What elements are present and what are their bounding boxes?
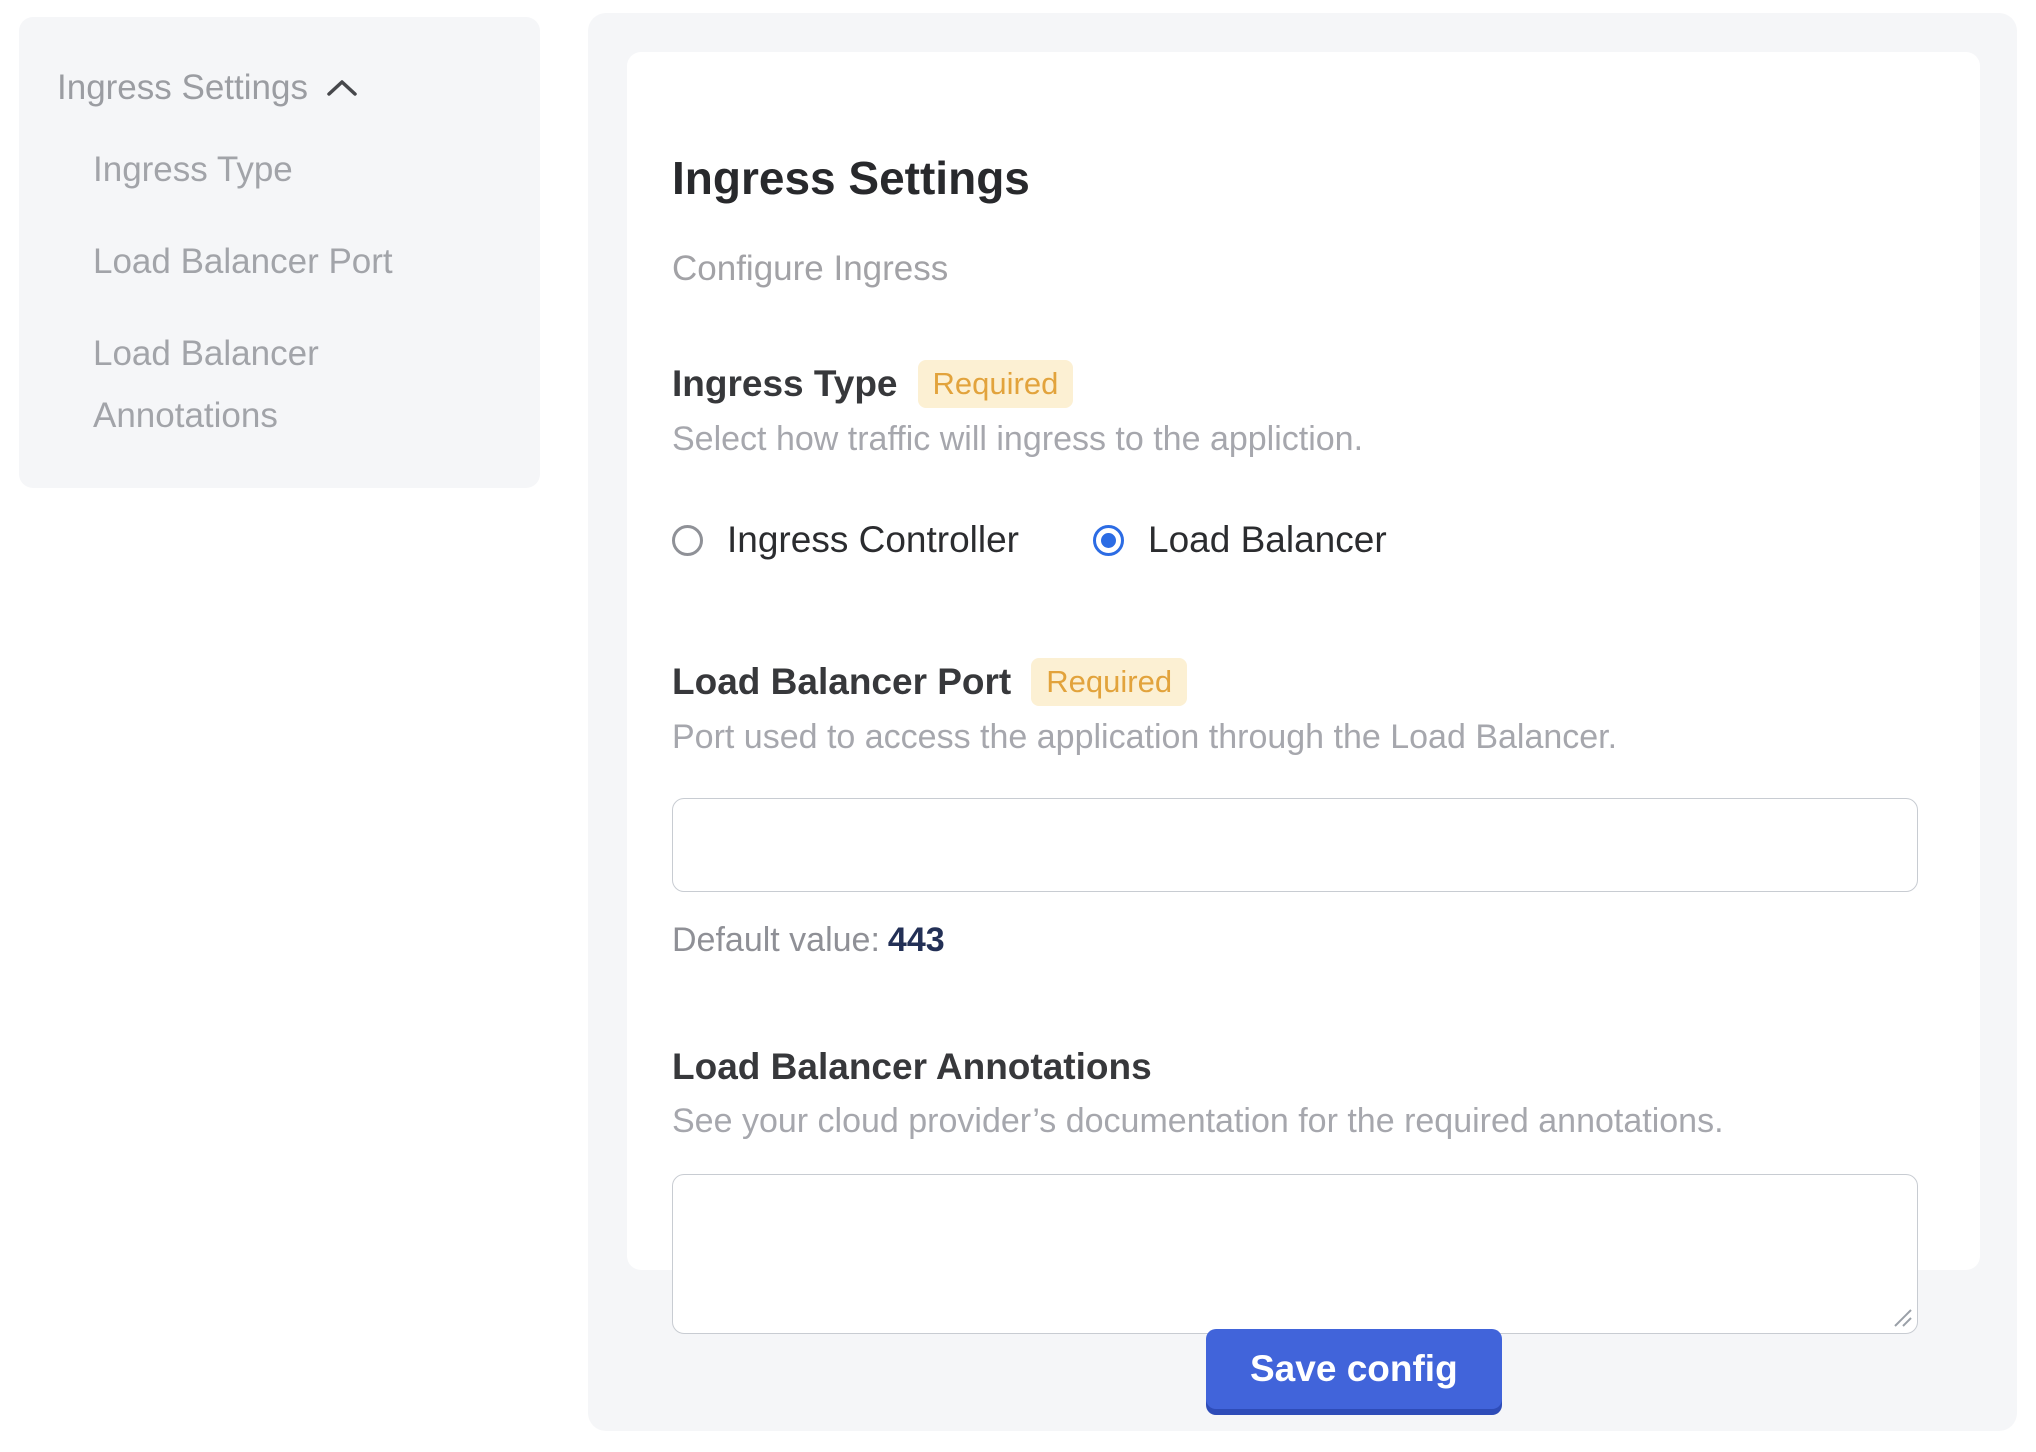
- load-balancer-port-label: Load Balancer Port: [672, 659, 1011, 705]
- ingress-settings-card: Ingress Settings Configure Ingress Ingre…: [627, 52, 1980, 1270]
- load-balancer-annotations-label: Load Balancer Annotations: [672, 1044, 1152, 1090]
- sidebar-item-ingress-type[interactable]: Ingress Type: [93, 139, 482, 201]
- load-balancer-radio[interactable]: [1093, 525, 1124, 556]
- section-ingress-type: Ingress Type Required Select how traffic…: [672, 360, 1920, 562]
- chevron-up-icon: [326, 78, 358, 98]
- section-label-row: Load Balancer Port Required: [672, 658, 1920, 706]
- radio-option-ingress-controller[interactable]: Ingress Controller: [672, 518, 1019, 562]
- default-value-line: Default value:443: [672, 920, 1920, 960]
- settings-panel: Ingress Settings Configure Ingress Ingre…: [588, 13, 2017, 1431]
- resize-handle-icon[interactable]: [1891, 1306, 1913, 1328]
- load-balancer-port-input[interactable]: [672, 798, 1918, 892]
- sidebar-group-label: Ingress Settings: [57, 67, 308, 109]
- radio-option-load-balancer[interactable]: Load Balancer: [1093, 518, 1387, 562]
- save-config-button[interactable]: Save config: [1206, 1329, 1502, 1409]
- load-balancer-annotations-textarea[interactable]: [672, 1174, 1918, 1334]
- default-value-label: Default value:: [672, 921, 880, 959]
- load-balancer-port-description: Port used to access the application thro…: [672, 716, 1920, 758]
- ingress-controller-radio[interactable]: [672, 525, 703, 556]
- section-label-row: Ingress Type Required: [672, 360, 1920, 408]
- sidebar-group-ingress-settings[interactable]: Ingress Settings: [57, 67, 500, 109]
- sidebar-nav: Ingress Type Load Balancer Port Load Bal…: [93, 139, 482, 447]
- annotations-textarea-wrap: [672, 1174, 1918, 1334]
- sidebar-item-load-balancer-port[interactable]: Load Balancer Port: [93, 231, 482, 293]
- ingress-type-description: Select how traffic will ingress to the a…: [672, 418, 1920, 460]
- ingress-controller-radio-label: Ingress Controller: [727, 518, 1019, 562]
- sidebar-item-load-balancer-annotations[interactable]: Load Balancer Annotations: [93, 323, 482, 447]
- ingress-type-radio-group: Ingress Controller Load Balancer: [672, 518, 1920, 562]
- required-badge: Required: [918, 360, 1074, 408]
- page-subtitle: Configure Ingress: [672, 248, 1920, 290]
- section-label-row: Load Balancer Annotations: [672, 1044, 1920, 1090]
- page-title: Ingress Settings: [672, 152, 1920, 204]
- required-badge: Required: [1031, 658, 1187, 706]
- load-balancer-annotations-description: See your cloud provider’s documentation …: [672, 1100, 1920, 1142]
- load-balancer-radio-label: Load Balancer: [1148, 518, 1387, 562]
- section-load-balancer-port: Load Balancer Port Required Port used to…: [672, 658, 1920, 960]
- settings-nav-sidebar: Ingress Settings Ingress Type Load Balan…: [19, 17, 540, 488]
- section-load-balancer-annotations: Load Balancer Annotations See your cloud…: [672, 1044, 1920, 1334]
- page: Ingress Settings Ingress Type Load Balan…: [0, 0, 2036, 1452]
- default-value: 443: [888, 921, 945, 959]
- ingress-type-label: Ingress Type: [672, 361, 898, 407]
